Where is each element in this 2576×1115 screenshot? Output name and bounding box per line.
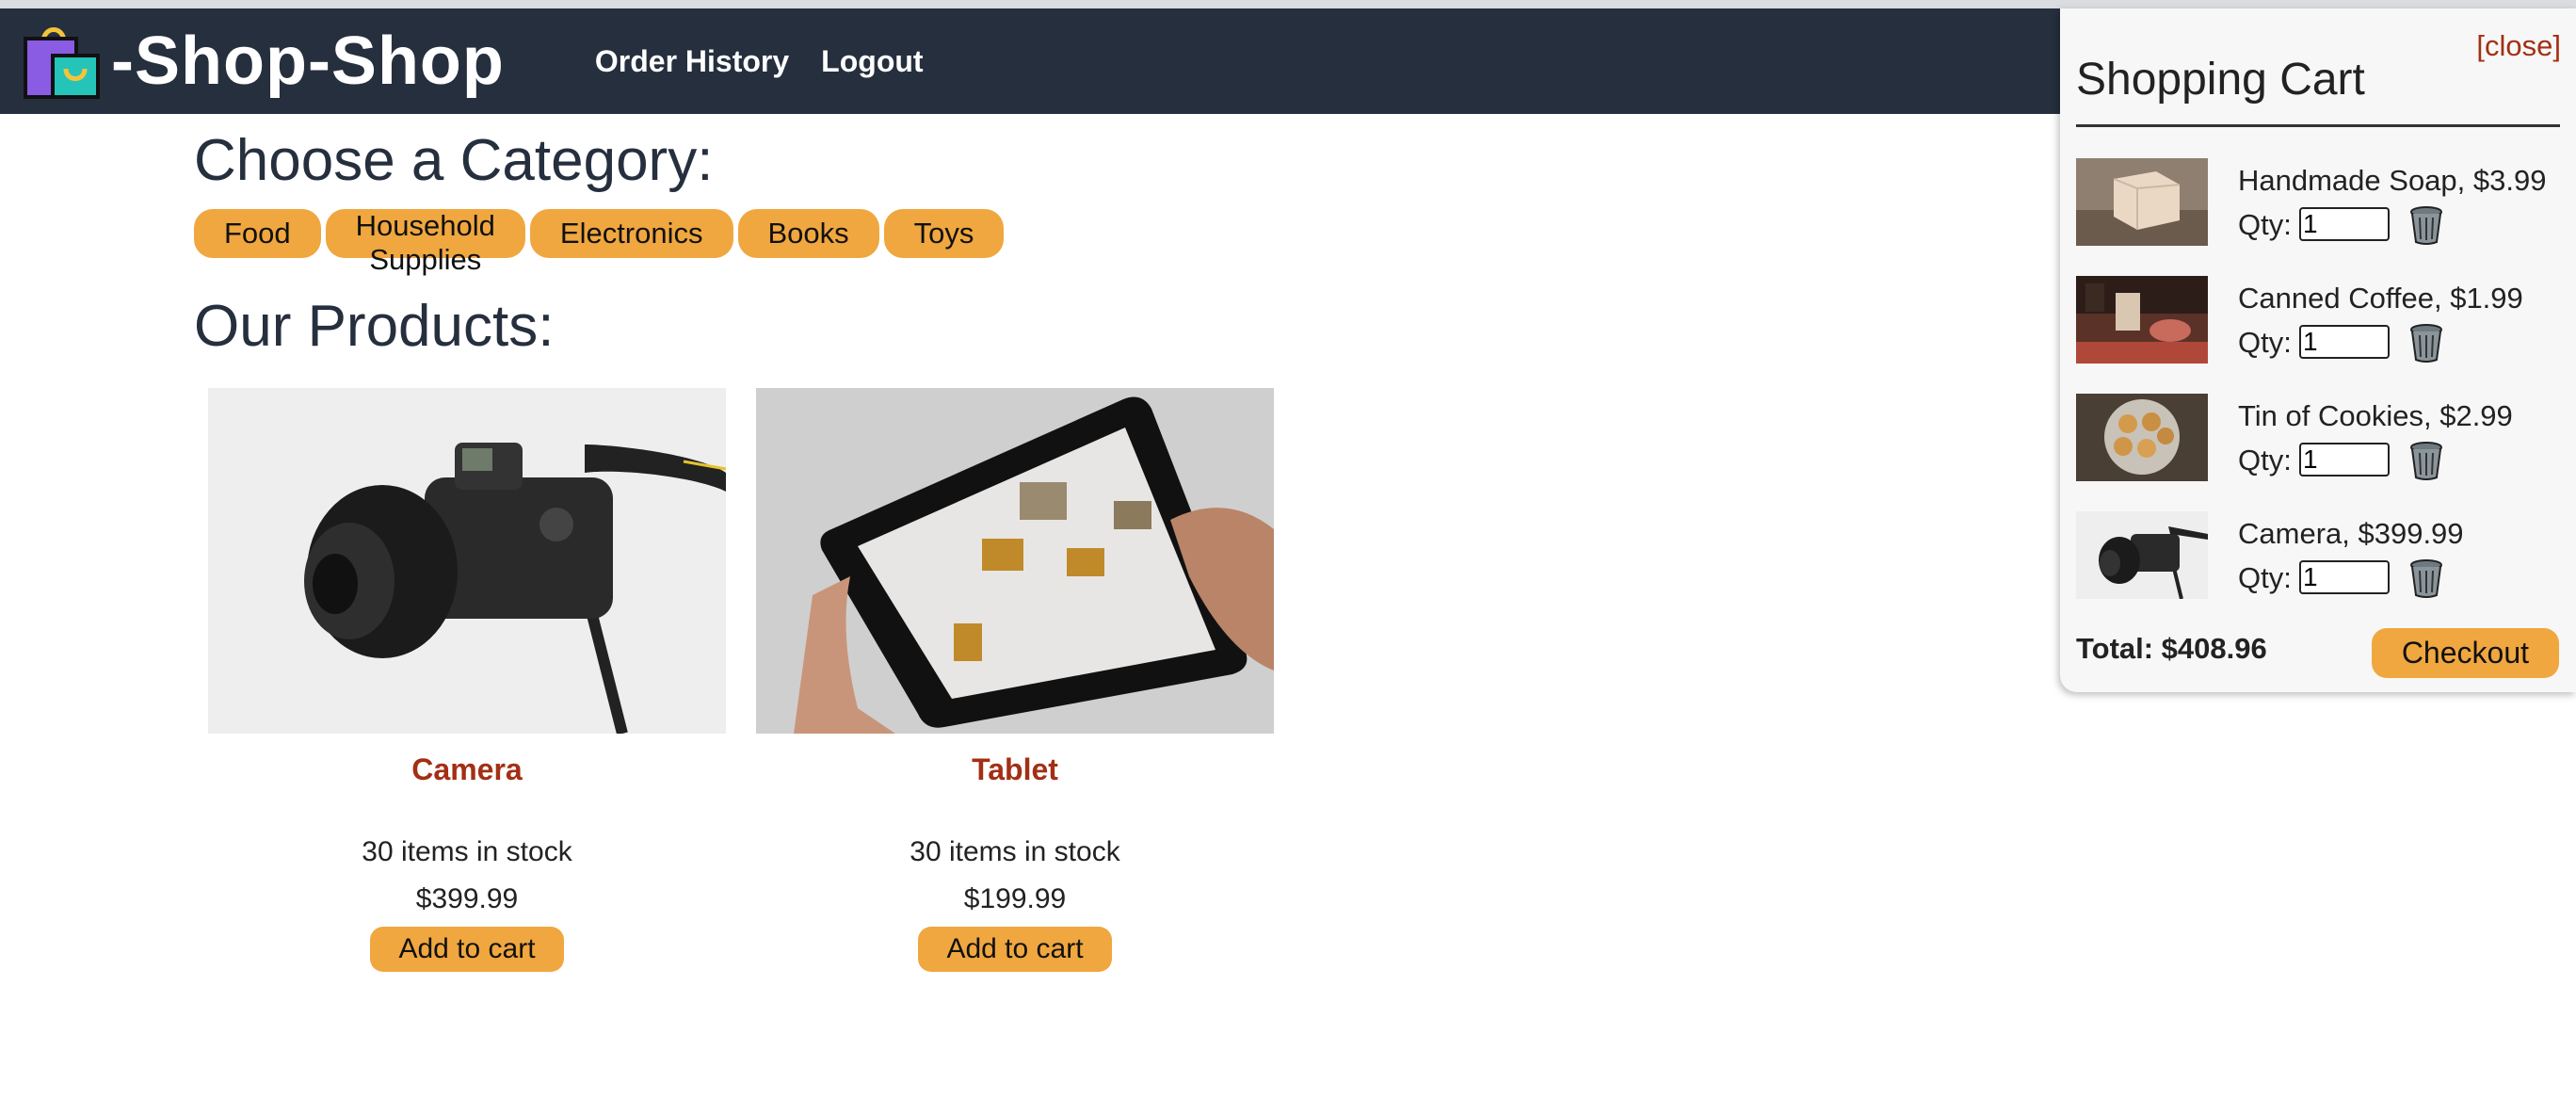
shopping-bag-icon [24, 27, 100, 99]
cart-item: Tin of Cookies, $2.99 Qty: [2076, 394, 2566, 484]
category-list: Food Household Supplies Electronics Book… [194, 209, 1005, 276]
cart-close-link[interactable]: [close] [2476, 29, 2561, 63]
cart-item-name: Canned Coffee, $1.99 [2238, 282, 2523, 315]
qty-input[interactable] [2299, 443, 2390, 477]
cart-total: Total: $408.96 [2076, 632, 2267, 665]
trash-icon[interactable] [2407, 205, 2445, 245]
trash-icon[interactable] [2407, 558, 2445, 598]
cart-divider [2076, 124, 2560, 127]
qty-label: Qty: [2238, 561, 2292, 594]
category-electronics-button[interactable]: Electronics [529, 209, 733, 258]
cart-item-image-camera [2076, 511, 2208, 599]
cart-item-name: Tin of Cookies, $2.99 [2238, 399, 2513, 432]
product-card-camera: Camera 30 items in stock $399.99 Add to … [208, 388, 726, 972]
qty-input[interactable] [2299, 207, 2390, 241]
category-household-supplies-button[interactable]: Household Supplies [325, 209, 525, 276]
qty-label: Qty: [2238, 444, 2292, 477]
cart-item: Camera, $399.99 Qty: [2076, 511, 2566, 602]
trash-icon[interactable] [2407, 441, 2445, 480]
cart-item-name: Camera, $399.99 [2238, 517, 2464, 550]
product-card-tablet: Tablet 30 items in stock $199.99 Add to … [756, 388, 1274, 972]
cart-item-image-cookies [2076, 394, 2208, 481]
cart-item-name: Handmade Soap, $3.99 [2238, 164, 2547, 197]
product-image-camera[interactable] [208, 388, 726, 734]
category-toys-button[interactable]: Toys [883, 209, 1005, 258]
trash-icon[interactable] [2407, 323, 2445, 363]
browser-top-strip [0, 0, 2576, 8]
brand-logo[interactable]: -Shop-Shop [23, 22, 505, 101]
checkout-button[interactable]: Checkout [2371, 628, 2559, 678]
shopping-cart-panel: [close] Shopping Cart Handmade Soap, $3.… [2060, 8, 2576, 692]
cart-item-image-coffee [2076, 276, 2208, 364]
product-stock: 30 items in stock [362, 836, 572, 867]
products-heading: Our Products: [194, 294, 555, 359]
qty-label: Qty: [2238, 326, 2292, 359]
cart-item: Canned Coffee, $1.99 Qty: [2076, 276, 2566, 366]
category-books-button[interactable]: Books [737, 209, 879, 258]
category-food-button[interactable]: Food [194, 209, 321, 258]
main-nav: Order History Logout [595, 44, 956, 79]
qty-label: Qty: [2238, 208, 2292, 241]
product-name[interactable]: Camera [208, 752, 726, 787]
product-stock: 30 items in stock [910, 836, 1120, 867]
add-to-cart-button[interactable]: Add to cart [370, 927, 564, 972]
product-name[interactable]: Tablet [756, 752, 1274, 787]
product-image-tablet[interactable] [756, 388, 1274, 734]
nav-order-history[interactable]: Order History [595, 44, 789, 79]
qty-input[interactable] [2299, 325, 2390, 359]
qty-input[interactable] [2299, 560, 2390, 594]
cart-item-image-soap [2076, 158, 2208, 246]
cart-title: Shopping Cart [2076, 55, 2365, 105]
nav-logout[interactable]: Logout [821, 44, 923, 79]
product-price: $399.99 [415, 883, 519, 914]
add-to-cart-button[interactable]: Add to cart [918, 927, 1112, 972]
cart-item: Handmade Soap, $3.99 Qty: [2076, 158, 2566, 249]
category-heading: Choose a Category: [194, 128, 714, 193]
product-price: $199.99 [963, 883, 1067, 914]
brand-name: -Shop-Shop [111, 24, 505, 99]
